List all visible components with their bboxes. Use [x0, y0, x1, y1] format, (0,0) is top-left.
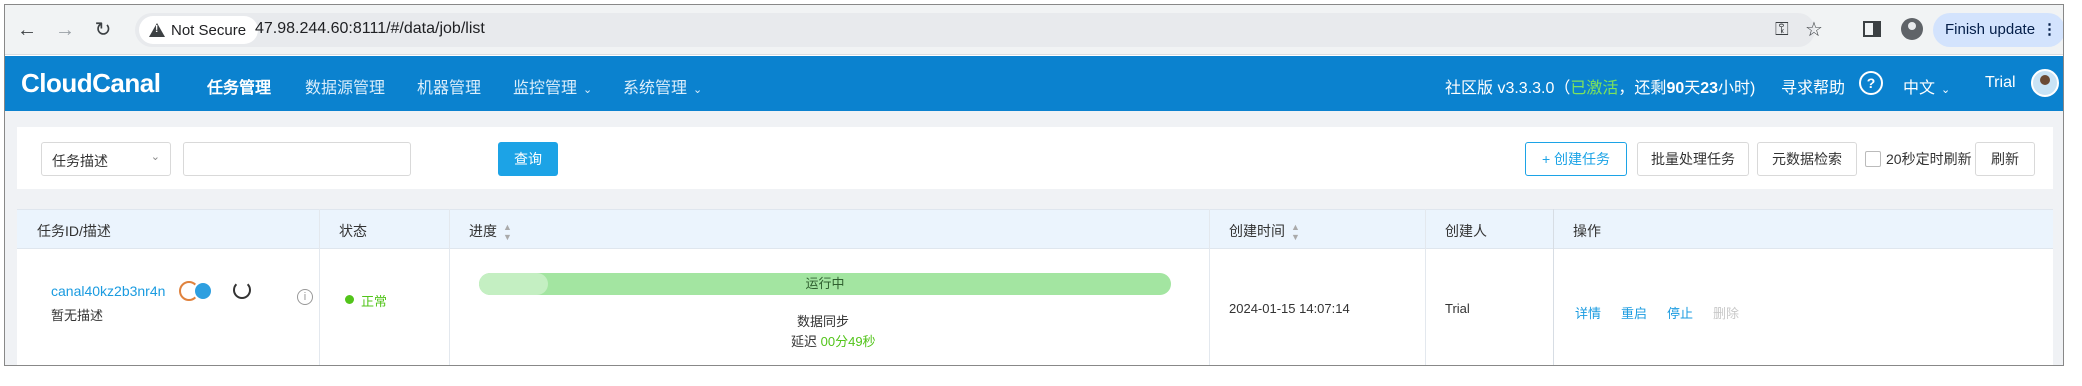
status-badge: 正常 [361, 294, 388, 309]
help-link[interactable]: 寻求帮助 [1781, 74, 1845, 98]
chevron-down-icon: ⌄ [1941, 84, 1951, 96]
bookmark-star-icon[interactable]: ☆ [1805, 17, 1823, 42]
batch-process-button[interactable]: 批量处理任务 [1637, 142, 1749, 176]
sort-icon[interactable]: ▲ ▼ [1291, 222, 1300, 242]
column-divider [319, 209, 320, 365]
license-info: 社区版 v3.3.3.0（已激活，还剩90天23小时) [1445, 74, 1755, 98]
nav-task-management[interactable]: 任务管理 [207, 74, 271, 98]
col-creator: 创建人 [1445, 223, 1487, 239]
column-divider [1425, 209, 1426, 365]
license-status: 已激活 [1570, 80, 1619, 97]
task-id-link[interactable]: canal40kz2b3nr4n [51, 283, 165, 299]
creator-value: Trial [1445, 301, 1470, 316]
filter-toolbar: 任务描述 ⌄ 查询 + 创建任务 批量处理任务 元数据检索 20秒定时刷新 刷新 [17, 127, 2053, 189]
key-icon[interactable]: ⚿ [1775, 19, 1789, 40]
latency-info: 延迟 00分49秒 [791, 331, 876, 350]
license-hour-unit: 小时) [1718, 80, 1756, 97]
filter-field-value: 任务描述 [52, 153, 108, 169]
license-remaining-prefix: ，还剩 [1618, 80, 1667, 97]
more-menu-icon[interactable]: ⋮ [2042, 13, 2057, 47]
col-progress-label: 进度 [469, 223, 497, 239]
status-dot-icon [345, 295, 354, 304]
finish-update-label: Finish update [1945, 21, 2036, 38]
security-label: Not Secure [171, 21, 247, 39]
user-name[interactable]: Trial [1985, 74, 2016, 92]
query-button[interactable]: 查询 [498, 142, 558, 176]
nav-machine-management[interactable]: 机器管理 [417, 74, 481, 98]
address-bar[interactable]: Not Secure 47.98.244.60:8111/#/data/job/… [135, 13, 1823, 47]
nav-machine-label: 机器管理 [417, 80, 482, 97]
col-created-at-label: 创建时间 [1229, 223, 1285, 239]
auto-refresh-toggle[interactable]: 20秒定时刷新 [1865, 149, 1972, 169]
reload-icon[interactable]: ↻ [89, 16, 117, 44]
metadata-search-button[interactable]: 元数据检索 [1757, 142, 1857, 176]
help-icon[interactable]: ? [1859, 71, 1883, 95]
browser-window: ← → ↻ Not Secure 47.98.244.60:8111/#/dat… [4, 4, 2064, 366]
col-created-at[interactable]: 创建时间 ▲ ▼ [1229, 221, 1300, 242]
column-divider [1553, 209, 1554, 365]
create-task-button[interactable]: + 创建任务 [1525, 142, 1627, 176]
chevron-down-icon: ⌄ [583, 84, 593, 96]
language-label: 中文 [1903, 80, 1936, 97]
auto-refresh-label: 20秒定时刷新 [1886, 151, 1972, 167]
language-select[interactable]: 中文 ⌄ [1903, 74, 1950, 98]
license-day-unit: 天 [1684, 80, 1701, 97]
app-header: CloudCanal 任务管理 数据源管理 机器管理 监控管理 ⌄ 系统管理 ⌄ 社… [5, 56, 2063, 111]
browser-toolbar: ← → ↻ Not Secure 47.98.244.60:8111/#/dat… [5, 5, 2063, 55]
delete-link: 删除 [1713, 306, 1740, 321]
filter-field-select[interactable]: 任务描述 ⌄ [41, 142, 171, 176]
nav-monitor-label: 监控管理 [513, 80, 578, 97]
column-divider [449, 209, 450, 365]
finish-update-button[interactable]: Finish update ⋮ [1933, 13, 2063, 47]
logo[interactable]: CloudCanal [21, 68, 161, 99]
stage-label: 数据同步 [797, 314, 850, 329]
task-description: 暂无描述 [51, 308, 104, 323]
nav-datasource-management[interactable]: 数据源管理 [305, 74, 385, 98]
col-progress[interactable]: 进度 ▲ ▼ [469, 221, 512, 242]
target-db-icon [193, 281, 213, 301]
search-input[interactable] [183, 142, 411, 176]
restart-link[interactable]: 重启 [1621, 303, 1647, 322]
col-task-id: 任务ID/描述 [37, 223, 111, 239]
chevron-down-icon: ⌄ [150, 151, 160, 163]
column-divider [1209, 209, 1210, 365]
progress-label: 运行中 [805, 276, 845, 291]
auto-refresh-checkbox[interactable] [1865, 151, 1881, 167]
refresh-button[interactable]: 刷新 [1975, 142, 2035, 176]
nav-monitor-management[interactable]: 监控管理 ⌄ [513, 74, 592, 98]
side-panel-icon[interactable] [1863, 21, 1881, 37]
loading-icon [233, 281, 251, 299]
created-at-value: 2024-01-15 14:07:14 [1229, 301, 1350, 316]
license-days: 90 [1666, 80, 1685, 97]
license-hours: 23 [1700, 80, 1719, 97]
profile-icon[interactable] [1901, 18, 1923, 40]
info-icon[interactable]: i [297, 289, 313, 305]
col-actions: 操作 [1573, 223, 1601, 239]
main-content: 任务描述 ⌄ 查询 + 创建任务 批量处理任务 元数据检索 20秒定时刷新 刷新… [5, 111, 2063, 365]
col-status: 状态 [339, 223, 367, 239]
avatar[interactable] [2031, 69, 2059, 97]
nav-system-label: 系统管理 [623, 80, 688, 97]
details-link[interactable]: 详情 [1575, 303, 1601, 322]
table-header: 任务ID/描述 状态 进度 ▲ ▼ 创建时间 ▲ ▼ 创建人 操作 [17, 209, 2053, 249]
stop-link[interactable]: 停止 [1667, 303, 1693, 322]
chevron-down-icon: ⌄ [693, 84, 703, 96]
url-text[interactable]: 47.98.244.60:8111/#/data/job/list [255, 20, 485, 38]
latency-label: 延迟 [791, 334, 818, 349]
edition-label: 社区版 v3.3.3.0 [1445, 80, 1555, 97]
nav-system-management[interactable]: 系统管理 ⌄ [623, 74, 702, 98]
task-table: 任务ID/描述 状态 进度 ▲ ▼ 创建时间 ▲ ▼ 创建人 操作 canal40kz2… [17, 209, 2053, 365]
security-chip[interactable]: Not Secure [139, 16, 259, 44]
forward-icon[interactable]: → [51, 16, 79, 44]
license-open-paren: （ [1554, 80, 1571, 97]
latency-value: 00分49秒 [820, 334, 876, 349]
sort-icon[interactable]: ▲ ▼ [503, 222, 512, 242]
warning-icon [149, 23, 165, 37]
progress-bar: 运行中 [479, 273, 1171, 295]
back-icon[interactable]: ← [13, 16, 41, 44]
